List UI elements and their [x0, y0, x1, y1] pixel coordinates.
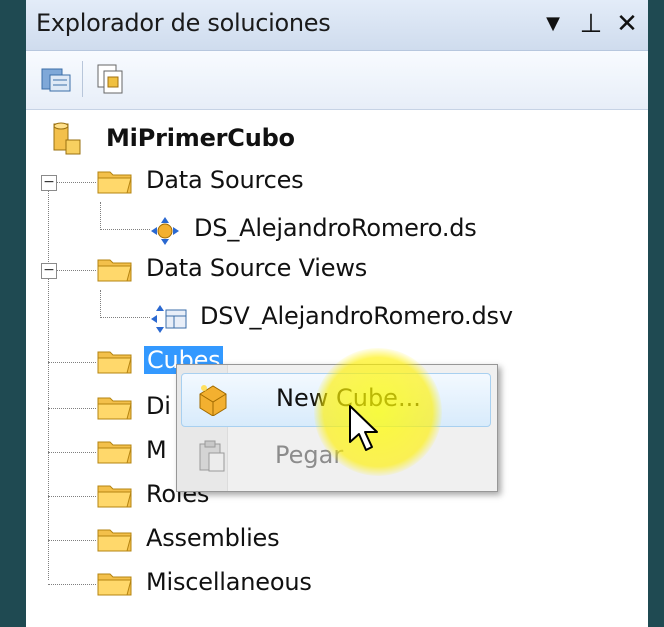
data-source-icon [151, 217, 179, 245]
tree-line [100, 290, 101, 318]
folder-icon [97, 485, 132, 508]
tree-item-assemblies[interactable]: Assemblies [96, 520, 396, 560]
tree-item-ds-file[interactable]: DS_AlejandroRomero.ds [150, 210, 570, 250]
folder-icon [97, 397, 132, 420]
panel-title: Explorador de soluciones [36, 9, 331, 37]
dropdown-icon[interactable]: ▼ [536, 6, 570, 42]
toolbar-separator [82, 61, 83, 97]
properties-icon[interactable] [40, 63, 72, 95]
tree-line [100, 229, 150, 230]
tree-line [56, 182, 96, 183]
close-icon[interactable]: ✕ [610, 6, 644, 42]
mouse-pointer-icon [349, 405, 378, 451]
tree-item-label: Assemblies [146, 524, 280, 552]
tree-line [48, 362, 96, 363]
tree-line [48, 408, 96, 409]
tree-item-label: M [146, 436, 167, 464]
folder-icon [97, 259, 132, 282]
panel-toolbar [26, 51, 648, 110]
cube-icon [199, 385, 227, 416]
tree-item-label: Data Sources [146, 166, 304, 194]
tree-item-data-sources[interactable]: Data Sources [96, 162, 496, 202]
project-name: MiPrimerCubo [106, 124, 295, 152]
panel-title-bar: Explorador de soluciones ▼ ⊥ ✕ [26, 0, 648, 51]
tree-item-label: DSV_AlejandroRomero.dsv [200, 302, 513, 330]
data-source-view-icon [151, 305, 187, 333]
show-all-files-icon[interactable] [94, 63, 126, 95]
tree-line [100, 317, 150, 318]
tree-line [48, 452, 96, 453]
folder-icon [97, 441, 132, 464]
tree-item-dsv-file[interactable]: DSV_AlejandroRomero.dsv [150, 298, 620, 338]
folder-icon [97, 351, 132, 374]
tree-line [48, 496, 96, 497]
collapse-toggle[interactable]: − [41, 175, 57, 191]
folder-icon [97, 573, 132, 596]
tree-item-label: DS_AlejandroRomero.ds [194, 214, 477, 242]
tree-item-label: Miscellaneous [146, 568, 312, 596]
solution-explorer-panel: Explorador de soluciones ▼ ⊥ ✕ MiPrimerC… [26, 0, 648, 627]
tree-line [48, 540, 96, 541]
collapse-toggle[interactable]: − [41, 263, 57, 279]
tree-line [48, 188, 49, 580]
tree-line [48, 584, 96, 585]
tree-item-label: Di [146, 392, 171, 420]
folder-icon [97, 171, 132, 194]
tree-line [56, 270, 96, 271]
tree-line [100, 202, 101, 230]
paste-icon [199, 440, 225, 472]
tree-item-data-source-views[interactable]: Data Source Views [96, 250, 516, 290]
project-icon [53, 122, 81, 155]
tree-item-miscellaneous[interactable]: Miscellaneous [96, 564, 396, 604]
folder-icon [97, 529, 132, 552]
tree-root-project[interactable]: MiPrimerCubo [46, 120, 346, 160]
tree-item-label: Data Source Views [146, 254, 368, 282]
pin-icon[interactable]: ⊥ [574, 6, 608, 42]
